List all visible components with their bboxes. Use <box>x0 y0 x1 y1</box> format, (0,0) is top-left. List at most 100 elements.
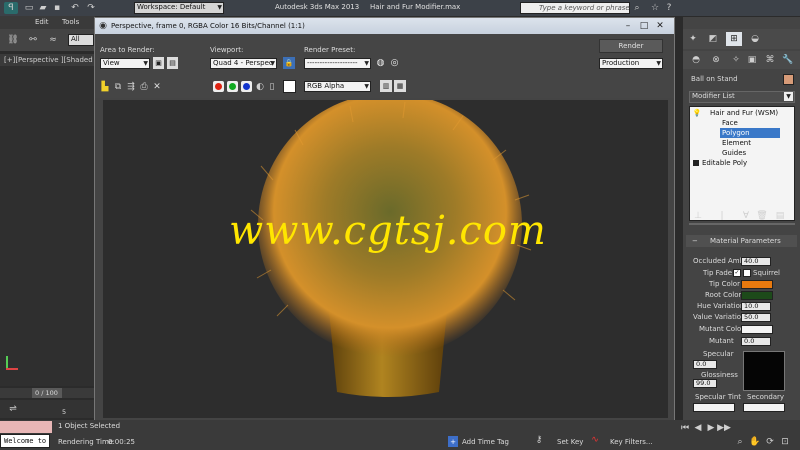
specular-spinner[interactable]: 0.0 <box>693 360 717 369</box>
blue-channel-button[interactable] <box>241 81 252 92</box>
clone-window-icon[interactable]: ⇶ <box>126 81 136 93</box>
link-icon[interactable]: ⛓ <box>6 33 20 47</box>
display-tab-icon[interactable]: ◓ <box>689 53 703 67</box>
key-filters[interactable]: Key Filters... <box>610 438 653 446</box>
open-file-icon[interactable]: ▰ <box>38 2 48 14</box>
previous-frame-icon[interactable]: ◀ <box>693 422 703 434</box>
add-time-tag-icon[interactable]: + <box>448 436 458 447</box>
star-icon[interactable]: ☆ <box>650 2 660 14</box>
new-file-icon[interactable]: ▭ <box>24 2 34 14</box>
cameras-icon[interactable]: ▣ <box>745 53 759 67</box>
undo-icon[interactable]: ↶ <box>70 2 80 14</box>
tip-fade-checkbox[interactable]: ✓ <box>733 269 741 277</box>
app-logo-icon[interactable]: ꟼ <box>4 2 18 14</box>
modify-tab-icon[interactable]: ◩ <box>706 32 720 46</box>
auto-region-icon[interactable]: ▤ <box>167 57 178 69</box>
close-icon[interactable]: ✕ <box>654 21 666 31</box>
render-preset-dropdown[interactable]: -------------------- ▼ <box>304 58 371 69</box>
glossiness-spinner[interactable]: 99.0 <box>693 379 717 388</box>
unlink-icon[interactable]: ⚯ <box>26 33 40 47</box>
wrench-icon[interactable]: 🔧 <box>781 53 795 67</box>
lock-viewport-icon[interactable]: 🔒 <box>283 57 295 69</box>
object-name[interactable]: Ball on Stand <box>691 75 738 83</box>
curve-icon[interactable]: ∿ <box>588 434 602 446</box>
workspace-dropdown[interactable]: Workspace: Default ▼ <box>134 2 224 14</box>
bulb-icon[interactable]: 💡 <box>693 109 702 117</box>
stack-item-guides[interactable]: Guides <box>722 149 746 157</box>
pin-stack-icon[interactable]: ⊥ <box>693 211 703 221</box>
create-tab-icon[interactable]: ✦ <box>686 32 700 46</box>
add-time-tag[interactable]: Add Time Tag <box>462 438 509 446</box>
maximize-icon[interactable]: □ <box>638 21 650 31</box>
viewport-label[interactable]: [+][Perspective ][Shaded ] <box>4 56 98 64</box>
motion-tab-icon[interactable]: ◒ <box>748 32 762 46</box>
red-channel-button[interactable] <box>213 81 224 92</box>
redo-icon[interactable]: ↷ <box>86 2 96 14</box>
go-to-start-icon[interactable]: ⏮ <box>680 422 690 434</box>
set-key[interactable]: Set Key <box>557 438 583 446</box>
material-parameters-rollout[interactable]: − Material Parameters <box>686 235 797 247</box>
track-bar-icon[interactable]: ⇌ <box>6 403 20 415</box>
channel-dropdown[interactable]: RGB Alpha ▼ <box>304 81 371 92</box>
render-button[interactable]: Render <box>599 39 663 53</box>
value-variation-spinner[interactable]: 50.0 <box>741 313 771 322</box>
modifier-list-dropdown[interactable]: Modifier List ▼ <box>689 91 795 103</box>
minimize-icon[interactable]: – <box>622 21 634 31</box>
orbit-icon[interactable]: ⟳ <box>765 436 775 448</box>
time-slider[interactable]: 0 / 100 <box>0 388 95 398</box>
pan-icon[interactable]: ✋ <box>749 436 760 448</box>
perspective-viewport[interactable] <box>0 66 95 386</box>
render-setup-icon[interactable]: ◍ <box>375 57 386 69</box>
utilities-tab-icon[interactable]: ⊗ <box>709 53 723 67</box>
welcome-box[interactable]: Welcome to <box>0 434 50 448</box>
show-end-result-icon[interactable]: | <box>717 211 727 221</box>
object-color-swatch[interactable] <box>783 74 794 85</box>
zoom-icon[interactable]: ⌕ <box>735 436 745 448</box>
tip-color-swatch[interactable] <box>741 280 773 289</box>
stack-item-hair-fur[interactable]: Hair and Fur (WSM) <box>710 109 778 117</box>
area-to-render-dropdown[interactable]: View ▼ <box>100 58 150 69</box>
edit-region-icon[interactable]: ▣ <box>153 57 164 69</box>
mutant-color-swatch[interactable] <box>741 325 773 334</box>
stack-item-polygon[interactable]: Polygon <box>722 129 750 137</box>
channel-display-icon[interactable]: ▥ <box>380 80 392 92</box>
maxscript-listener[interactable] <box>0 421 52 433</box>
info-panel-icon[interactable]: ▦ <box>394 80 406 92</box>
clear-icon[interactable]: ✕ <box>152 81 162 93</box>
save-icon[interactable]: ▪ <box>52 2 62 14</box>
next-frame-icon[interactable]: ▶▶ <box>717 422 731 434</box>
key-icon[interactable]: ⚷ <box>530 434 548 446</box>
stack-item-face[interactable]: Face <box>722 119 738 127</box>
play-icon[interactable]: ▶ <box>706 422 716 434</box>
green-channel-button[interactable] <box>227 81 238 92</box>
squirrel-checkbox[interactable] <box>743 269 751 277</box>
mutant-spinner[interactable]: 0.0 <box>741 337 771 346</box>
modifier-stack[interactable]: 💡 Hair and Fur (WSM) Face Polygon Elemen… <box>689 106 795 221</box>
secondary-tint-swatch[interactable] <box>743 403 785 412</box>
alpha-channel-icon[interactable]: ◐ <box>255 81 265 93</box>
root-color-swatch[interactable] <box>741 291 773 300</box>
make-unique-icon[interactable]: ∀ <box>741 211 751 221</box>
configure-sets-icon[interactable]: ▤ <box>775 211 785 221</box>
search-icon[interactable]: ⌕ <box>632 2 642 14</box>
viewport-dropdown[interactable]: Quad 4 - Perspec ▼ <box>210 58 277 69</box>
occluded-amb-spinner[interactable]: 40.0 <box>741 257 771 266</box>
hierarchy-tab-icon[interactable]: ⊞ <box>726 32 742 46</box>
render-mode-dropdown[interactable]: Production ▼ <box>599 58 663 69</box>
helpers-icon[interactable]: ⌘ <box>763 53 777 67</box>
specular-tint-swatch[interactable] <box>693 403 735 412</box>
stack-item-element[interactable]: Element <box>722 139 751 147</box>
monochrome-icon[interactable]: ▯ <box>267 81 277 93</box>
maximize-viewport-icon[interactable]: ⊡ <box>780 436 790 448</box>
bind-icon[interactable]: ≈ <box>46 33 60 47</box>
search-box[interactable]: Type a keyword or phrase <box>520 2 630 14</box>
timeline-track[interactable]: 5 ⇌ <box>0 400 95 418</box>
menu-edit[interactable]: Edit <box>35 18 49 26</box>
swatch-color[interactable] <box>283 80 296 93</box>
environment-icon[interactable]: ◎ <box>389 57 400 69</box>
copy-image-icon[interactable]: ⧉ <box>113 81 123 93</box>
hue-variation-spinner[interactable]: 10.0 <box>741 302 771 311</box>
lights-icon[interactable]: ✧ <box>729 53 743 67</box>
print-icon[interactable]: ⎙ <box>139 81 149 93</box>
remove-modifier-icon[interactable]: 🗑 <box>756 211 767 221</box>
